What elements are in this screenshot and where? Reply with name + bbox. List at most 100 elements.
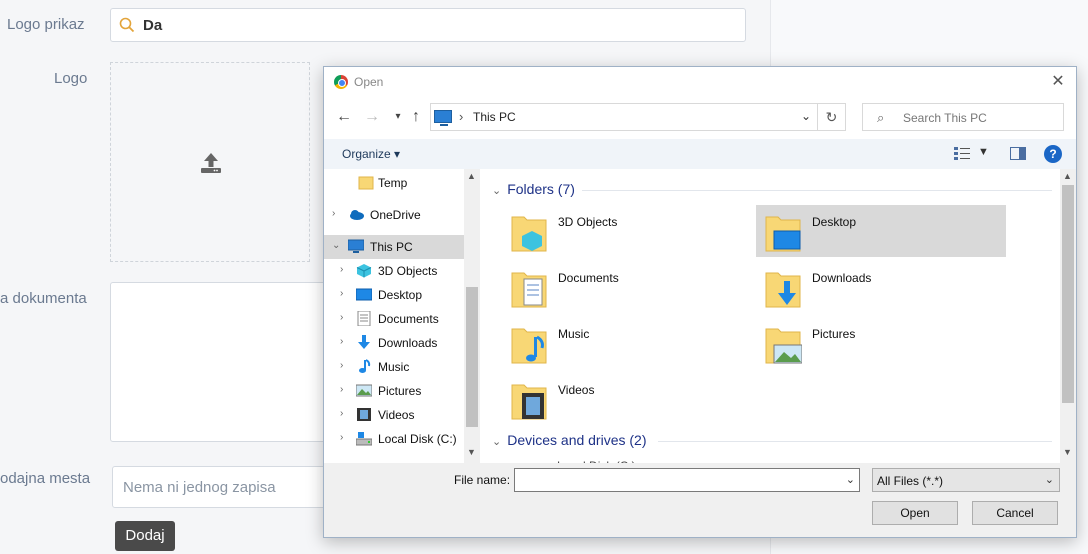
file-name-input[interactable]: ⌄ <box>514 468 860 492</box>
dodaj-button[interactable]: Dodaj <box>115 521 175 551</box>
mesta-placeholder: Nema ni jednog zapisa <box>123 479 276 496</box>
chevron-down-icon[interactable]: ⌄ <box>492 436 501 448</box>
nav-item-this-pc[interactable]: ⌄ This PC <box>324 235 464 259</box>
documents-icon <box>511 272 547 308</box>
folder-label: Pictures <box>812 327 856 341</box>
refresh-icon[interactable]: ↻ <box>818 103 846 131</box>
chevron-down-icon[interactable]: ⌄ <box>332 240 340 251</box>
devices-group-header[interactable]: ⌄ Devices and drives (2) <box>492 432 647 448</box>
dialog-footer: File name: ⌄ All Files (*.*) ⌄ Open Canc… <box>324 463 1076 537</box>
nav-item-label: Temp <box>378 176 408 190</box>
nav-item-temp[interactable]: Temp <box>324 171 464 195</box>
nav-item-desktop[interactable]: › Desktop <box>324 283 464 307</box>
videos-icon <box>357 408 371 421</box>
nav-item-label: Pictures <box>378 384 422 398</box>
chevron-right-icon[interactable]: › <box>340 312 343 323</box>
nav-item-downloads[interactable]: › Downloads <box>324 331 464 355</box>
chevron-right-icon[interactable]: › <box>340 264 343 275</box>
navigation-row: ← → ▾ ↑ › This PC ⌄ ↻ ⌕ Search This PC <box>324 101 1076 133</box>
search-icon <box>119 17 135 33</box>
cancel-button[interactable]: Cancel <box>972 501 1058 525</box>
folder-tile-music[interactable]: Music <box>502 317 752 369</box>
3d-objects-icon <box>356 264 372 278</box>
pictures-icon <box>765 328 802 364</box>
chevron-right-icon[interactable]: › <box>340 408 343 419</box>
folder-tile-pictures[interactable]: Pictures <box>756 317 1006 369</box>
chevron-right-icon[interactable]: › <box>340 288 343 299</box>
nav-item-onedrive[interactable]: › OneDrive <box>324 203 464 227</box>
breadcrumb-separator: › <box>459 109 464 124</box>
file-scroll-thumb[interactable] <box>1062 185 1074 403</box>
group-divider <box>582 190 1052 191</box>
downloads-icon <box>358 335 370 349</box>
chevron-right-icon[interactable]: › <box>340 336 343 347</box>
file-pane-scrollbar[interactable]: ▲ ▼ <box>1060 169 1076 463</box>
scroll-up-icon[interactable]: ▲ <box>1063 171 1072 181</box>
nav-scrollbar[interactable]: ▲ ▼ <box>464 169 480 463</box>
3d-objects-icon <box>511 216 547 252</box>
view-options-icon[interactable] <box>954 147 970 161</box>
folder-tile-documents[interactable]: Documents <box>502 261 752 313</box>
onedrive-icon <box>350 210 364 220</box>
music-icon <box>359 359 371 373</box>
folder-tile-downloads[interactable]: Downloads <box>756 261 1006 313</box>
scroll-up-icon[interactable]: ▲ <box>467 171 476 181</box>
address-bar[interactable]: › This PC ⌄ <box>430 103 818 131</box>
chevron-down-icon[interactable]: ⌄ <box>846 473 855 486</box>
mesta-select[interactable]: Nema ni jednog zapisa <box>112 466 332 508</box>
nav-item-local-disk[interactable]: › Local Disk (C:) <box>324 427 464 451</box>
nav-scroll-thumb[interactable] <box>466 287 478 427</box>
nav-item-label: OneDrive <box>370 208 421 222</box>
dokumenta-label: a dokumenta <box>0 290 87 307</box>
logo-upload-dropzone[interactable] <box>110 62 310 262</box>
breadcrumb-this-pc[interactable]: This PC <box>473 110 516 124</box>
back-arrow-icon[interactable]: ← <box>334 107 354 127</box>
nav-item-label: Documents <box>378 312 439 326</box>
dokumenta-textarea[interactable] <box>110 282 330 442</box>
nav-item-3d-objects[interactable]: › 3D Objects <box>324 259 464 283</box>
organize-menu[interactable]: Organize ▾ <box>342 147 400 161</box>
folder-tile-videos[interactable]: Videos <box>502 373 752 425</box>
chevron-right-icon[interactable]: › <box>340 384 343 395</box>
nav-item-documents[interactable]: › Documents <box>324 307 464 331</box>
logo-prikaz-select[interactable]: Da <box>110 8 746 42</box>
nav-item-label: Desktop <box>378 288 423 302</box>
nav-item-pictures[interactable]: › Pictures <box>324 379 464 403</box>
folders-group-header[interactable]: ⌄ Folders (7) <box>492 181 575 197</box>
open-button[interactable]: Open <box>872 501 958 525</box>
view-dropdown-chevron-icon[interactable]: ▼ <box>978 146 989 158</box>
mesta-label: odajna mesta <box>0 470 91 487</box>
upload-icon <box>201 153 221 173</box>
chevron-right-icon[interactable]: › <box>340 432 343 443</box>
scroll-down-icon[interactable]: ▼ <box>1063 447 1072 457</box>
folder-label: Documents <box>558 271 619 285</box>
videos-icon <box>511 384 547 420</box>
chevron-right-icon[interactable]: › <box>340 360 343 371</box>
up-arrow-icon[interactable]: ↑ <box>406 107 426 127</box>
chrome-icon <box>334 75 348 89</box>
close-icon[interactable]: ✕ <box>1048 72 1068 92</box>
chevron-right-icon[interactable]: › <box>332 208 335 219</box>
search-box[interactable]: ⌕ Search This PC <box>862 103 1064 131</box>
nav-item-label: Videos <box>378 408 415 422</box>
folder-tile-3d-objects[interactable]: 3D Objects <box>502 205 752 257</box>
logo-prikaz-value: Da <box>143 17 163 34</box>
help-icon[interactable]: ? <box>1044 145 1062 163</box>
folder-label: Videos <box>558 383 595 397</box>
search-icon: ⌕ <box>877 110 885 125</box>
desktop-icon <box>765 216 801 252</box>
forward-arrow-icon[interactable]: → <box>362 107 382 127</box>
preview-pane-icon[interactable] <box>1010 147 1026 160</box>
nav-item-music[interactable]: › Music <box>324 355 464 379</box>
scroll-down-icon[interactable]: ▼ <box>467 447 476 457</box>
chevron-down-icon[interactable]: ⌄ <box>801 109 811 123</box>
recent-locations-chevron-icon[interactable]: ▾ <box>388 107 408 127</box>
chevron-down-icon[interactable]: ⌄ <box>492 185 501 197</box>
nav-item-videos[interactable]: › Videos <box>324 403 464 427</box>
folder-tile-desktop[interactable]: Desktop <box>756 205 1006 257</box>
navigation-pane: Temp › OneDrive ⌄ This PC › 3D Objects ›… <box>324 169 480 463</box>
folder-label: 3D Objects <box>558 215 618 229</box>
page: Logo prikaz Da Logo a dokumenta odajna m… <box>0 0 1088 554</box>
nav-item-label: This PC <box>370 240 413 254</box>
file-type-select[interactable]: All Files (*.*) ⌄ <box>872 468 1060 492</box>
